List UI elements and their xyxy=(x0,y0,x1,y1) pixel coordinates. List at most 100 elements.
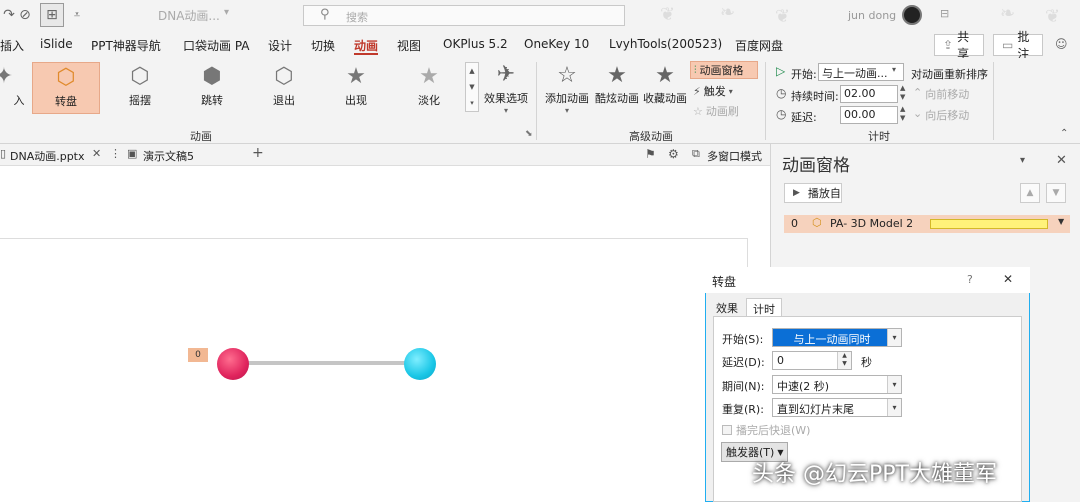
tab-islide[interactable]: iSlide xyxy=(40,37,73,51)
layout-icon: ⊞ xyxy=(46,7,58,23)
tab-view[interactable]: 视图 xyxy=(397,37,421,54)
comment-button[interactable]: ▭ 批注 xyxy=(993,30,1043,61)
chevron-down-icon[interactable]: ▼ xyxy=(1058,217,1064,226)
tab-onekey[interactable]: OneKey 10 xyxy=(524,37,589,51)
watermark: 头条 @幻云PPT大雄董军 xyxy=(752,462,997,487)
customize-qat-icon[interactable]: ⩡ xyxy=(68,6,86,24)
start-label: 开始(S): xyxy=(722,333,764,346)
repeat-label: 重复(R): xyxy=(722,403,764,416)
gallery-item-swing[interactable]: ⬡ 摇摆 xyxy=(106,62,174,114)
clock-icon: ◷ xyxy=(776,86,787,100)
leaf-decoration-icon: ❦ xyxy=(775,6,791,27)
favorite-animation-button[interactable]: ★ 收藏动画 xyxy=(642,62,688,106)
close-icon[interactable]: ✕ xyxy=(92,147,101,160)
chevron-down-icon[interactable]: ▾ xyxy=(892,65,896,74)
tab-lvyhtools[interactable]: LvyhTools(200523) xyxy=(609,37,722,51)
tab-effect[interactable]: 效果 xyxy=(710,298,744,317)
pane-options-icon[interactable]: ▾ xyxy=(1020,155,1025,166)
dialog-title: 转盘 xyxy=(712,275,737,289)
paper-plane-icon: ✈ xyxy=(496,62,516,87)
move-later-button[interactable]: ⌄ 向后移动 xyxy=(913,107,969,123)
tab-okplus[interactable]: OKPlus 5.2 xyxy=(443,37,508,51)
play-from-button[interactable]: ▶ 播放自 xyxy=(784,183,842,203)
add-tab-icon[interactable]: + xyxy=(252,145,264,161)
delay-input[interactable]: 0 ▲ ▼ xyxy=(772,351,852,370)
effect-options-button[interactable]: ✈ 效果选项 ▾ xyxy=(483,60,529,115)
delay-input[interactable]: 00.00 xyxy=(840,106,898,124)
delay-stepper-icon[interactable]: ▲ ▼ xyxy=(900,105,905,123)
gallery-scroll[interactable]: ▲ ▼ ▾ xyxy=(465,62,479,112)
doc-tab-dna[interactable]: DNA动画.pptx xyxy=(10,148,85,164)
user-icon[interactable]: ☺ xyxy=(1055,37,1068,51)
anim-item-label: PA- 3D Model 2 xyxy=(830,217,914,230)
play-icon: ▶ xyxy=(793,188,800,198)
leaf-decoration-icon: ❧ xyxy=(720,2,736,23)
ribbon-display-options-icon[interactable]: ⊟ xyxy=(940,7,949,20)
share-icon: ⇪ xyxy=(943,38,954,52)
animation-order-tag[interactable]: 0 xyxy=(188,348,208,362)
repeat-select[interactable]: 直到幻灯片末尾 ▾ xyxy=(772,398,902,417)
animation-painter-button[interactable]: ☆ 动画刷 xyxy=(693,103,739,119)
cube-icon: ⬡ xyxy=(812,216,822,229)
dna-bond-bar[interactable] xyxy=(238,361,416,365)
multiwindow-button[interactable]: 多窗口模式 xyxy=(707,148,762,164)
doc-tab-presentation5[interactable]: 演示文稿5 xyxy=(143,148,194,164)
cube-icon: ⬢ xyxy=(202,64,222,89)
tab-ppt-navigator[interactable]: PPT神器导航 xyxy=(91,37,161,54)
move-up-button[interactable]: ▲ xyxy=(1020,183,1040,203)
arrow-down-icon: ⌄ xyxy=(913,107,923,120)
toolbar-circle-icon[interactable]: ⊘ xyxy=(16,6,34,24)
tab-timing[interactable]: 计时 xyxy=(746,298,782,317)
dna-ball-cyan[interactable] xyxy=(404,348,436,380)
leaf-decoration-icon: ❦ xyxy=(1045,6,1061,27)
gallery-item-turntable[interactable]: ⬡ 转盘 xyxy=(32,62,100,114)
document-title: DNA动画... xyxy=(158,9,220,23)
timeline-bar[interactable] xyxy=(930,219,1048,229)
collapse-ribbon-icon[interactable]: ⌃ xyxy=(1060,128,1068,139)
gallery-item-jump[interactable]: ⬢ 跳转 xyxy=(178,62,246,114)
more-icon[interactable]: ⋮ xyxy=(110,147,121,160)
period-select[interactable]: 中速(2 秒) ▾ xyxy=(772,375,902,394)
help-button[interactable]: ? xyxy=(967,273,973,286)
gallery-item-fade[interactable]: ★ 淡化 xyxy=(395,62,463,114)
move-down-button[interactable]: ▼ xyxy=(1046,183,1066,203)
tab-pocket-animation[interactable]: 口袋动画 PA xyxy=(183,37,250,54)
group-label-timing: 计时 xyxy=(868,130,890,143)
dialog-launcher-icon[interactable]: ⬊ xyxy=(525,129,533,139)
star-icon: ★ xyxy=(419,64,439,89)
trigger-button[interactable]: ⚡ 触发 ▾ xyxy=(693,83,733,99)
user-name[interactable]: jun dong xyxy=(848,9,896,22)
duration-stepper-icon[interactable]: ▲ ▼ xyxy=(900,84,905,102)
tab-baidu-netdisk[interactable]: 百度网盘 xyxy=(735,37,783,54)
duration-input[interactable]: 02.00 xyxy=(840,85,898,103)
dialog-title-bar: 转盘 ? ✕ xyxy=(705,267,1030,293)
tab-design[interactable]: 设计 xyxy=(268,37,292,54)
avatar[interactable] xyxy=(902,5,922,25)
tab-insert[interactable]: 插入 xyxy=(0,37,24,54)
dna-ball-pink[interactable] xyxy=(217,348,249,380)
tab-transitions[interactable]: 切换 xyxy=(311,37,335,54)
start-select[interactable]: 与上一动画同时 ▾ xyxy=(772,328,902,347)
search-input[interactable]: ⚲ 搜索 xyxy=(303,5,625,26)
animation-pane-icon: ⫶ xyxy=(694,64,697,76)
move-earlier-button[interactable]: ⌃ 向前移动 xyxy=(913,86,969,102)
cool-animation-button[interactable]: ★ 酷炫动画 xyxy=(594,62,640,106)
gallery-item-appear[interactable]: ★ 出现 xyxy=(322,62,390,114)
share-button[interactable]: ⇪ 共享 xyxy=(934,30,984,61)
pin-icon[interactable]: ⚑ xyxy=(645,147,656,161)
active-tab-indicator xyxy=(354,53,378,55)
leaf-decoration-icon: ❦ xyxy=(660,4,676,25)
add-animation-button[interactable]: ☆ 添加动画 ▾ xyxy=(542,62,592,115)
rewind-checkbox[interactable]: 播完后快退(W) xyxy=(722,422,810,438)
close-icon[interactable]: ✕ xyxy=(1003,272,1013,286)
gallery-item-exit[interactable]: ⬡ 退出 xyxy=(250,62,318,114)
gear-icon[interactable]: ⚙ xyxy=(668,147,679,161)
lightning-icon: ⚡ xyxy=(693,84,701,98)
title-dropdown-icon[interactable]: ▾ xyxy=(224,7,229,18)
tab-animations[interactable]: 动画 xyxy=(354,37,378,54)
delay-unit: 秒 xyxy=(861,356,872,369)
slide-canvas[interactable] xyxy=(0,238,748,502)
animation-pane-button[interactable]: ⫶ 动画窗格 xyxy=(690,61,758,79)
qat-layout-button[interactable]: ⊞ xyxy=(40,3,64,27)
close-icon[interactable]: ✕ xyxy=(1056,153,1067,168)
